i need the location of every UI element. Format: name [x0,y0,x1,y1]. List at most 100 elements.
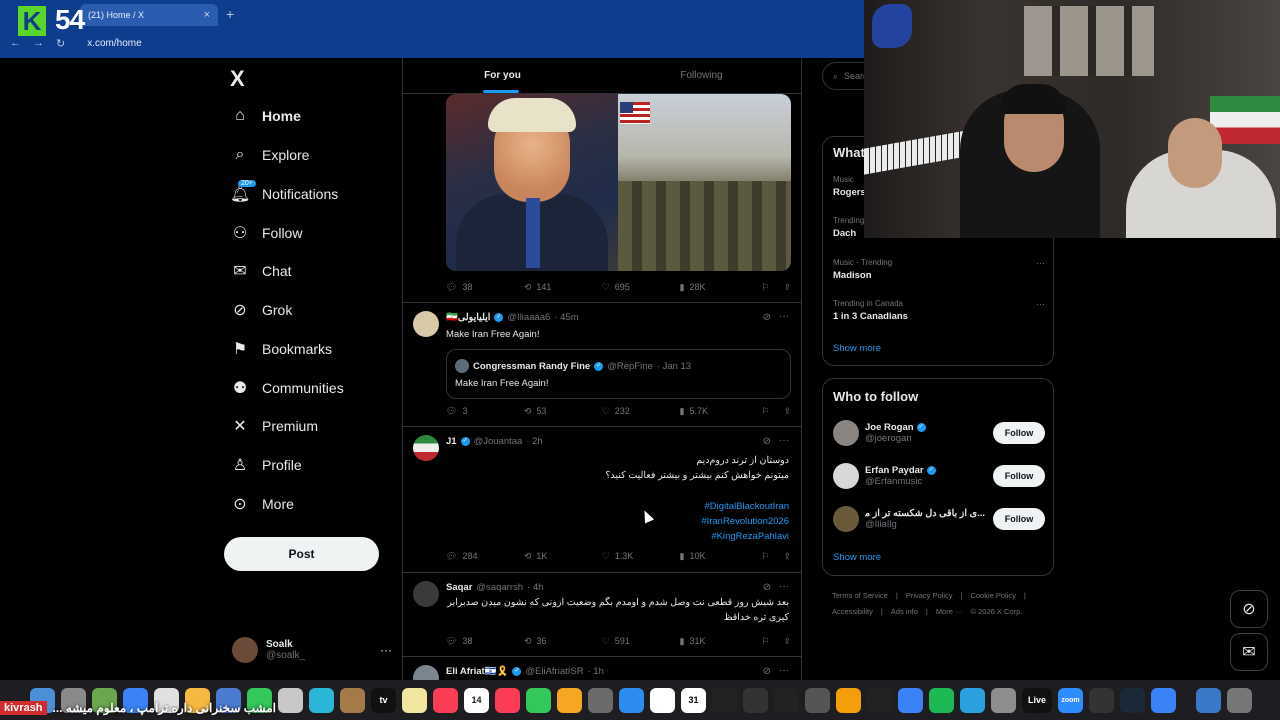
spotify-icon[interactable] [929,687,954,713]
follow-button[interactable]: Follow [993,465,1045,487]
tweet-author-handle[interactable]: @Iliaaaa6 [507,312,550,323]
repost-button[interactable]: ⟲ 36 [524,636,602,647]
trends-show-more-link[interactable]: Show more [833,343,881,354]
more-dots-icon[interactable]: ··· [779,311,789,322]
hashtag-link[interactable]: #DigitalBlackoutIran [701,499,790,514]
downloads-folder-icon[interactable] [1196,687,1221,713]
tweet-time[interactable]: · 4h [527,582,543,593]
avatar[interactable] [413,581,439,607]
tweet-author-name[interactable]: J1 [446,436,457,447]
footer-link[interactable]: Privacy Policy [906,591,953,600]
tweet[interactable]: J1 ✓ @Jouantaa · 2h ⊘ ··· دوستان از ترند… [403,426,801,572]
tweet-author-name[interactable]: Saqar [446,582,472,593]
share-icon[interactable]: ⇪ [783,282,791,293]
views-button[interactable]: ▮ 5.7K [680,406,762,417]
tweet[interactable]: Eli Afriat🇮🇱🎗️ ✓ @EliAfriatISR · 1h ⊘ ··… [403,656,801,680]
calendar-icon[interactable]: 31 [681,687,706,713]
like-button[interactable]: ♡ 695 [602,282,680,293]
trend-item[interactable]: Trending in Canada 1 in 3 Canadians ··· [833,299,1045,322]
zoom-icon[interactable]: zoom [1058,687,1083,713]
app-store-icon[interactable] [619,687,644,713]
more-dots-icon[interactable]: ··· [779,581,789,592]
who-to-follow-show-more-link[interactable]: Show more [833,552,881,563]
views-button[interactable]: ▮ 31K [680,636,762,647]
obs-icon[interactable] [1089,687,1114,713]
like-button[interactable]: ♡ 1.3K [602,551,680,562]
calendar-icon[interactable]: 14 [464,687,489,713]
app-icon[interactable] [805,687,830,713]
grok-icon[interactable]: ⊘ [763,582,771,593]
music-icon[interactable] [433,687,458,713]
new-tab-button[interactable]: + [226,6,234,22]
bookmark-icon[interactable]: ⚐ [761,406,769,417]
tweet-author-handle[interactable]: @Jouantaa [474,436,523,447]
nav-follow[interactable]: ⚇ Follow [230,218,303,248]
follow-button[interactable]: Follow [993,508,1045,530]
notes-icon[interactable] [402,687,427,713]
tweet-author-name[interactable]: Eli Afriat🇮🇱🎗️ [446,666,508,677]
trash-icon[interactable] [1227,687,1252,713]
tweet-time[interactable]: · 45m [554,312,578,323]
tab-for-you[interactable]: For you [403,58,602,93]
messages-float-button[interactable]: ✉ [1230,633,1268,671]
nav-chat[interactable]: ✉ Chat [230,256,291,286]
tweet-author-handle[interactable]: @EliAfriatISR [525,666,583,677]
app-icon[interactable] [743,687,768,713]
footer-link[interactable]: Accessibility [832,607,873,616]
tweet-media[interactable] [446,94,791,271]
notion-icon[interactable] [650,687,675,713]
nav-premium[interactable]: ✕ Premium [230,411,318,441]
tweet-time[interactable]: · 2h [526,436,542,447]
more-dots-icon[interactable]: ··· [1036,299,1045,309]
account-switcher[interactable]: Soalk @soalk_ ··· [232,632,392,668]
reply-button[interactable]: 💬︎ 38 [446,282,524,293]
grok-icon[interactable]: ⊘ [763,312,771,323]
grok-icon[interactable]: ⊘ [763,436,771,447]
share-icon[interactable]: ⇪ [783,406,791,417]
more-dots-icon[interactable]: ··· [779,435,789,446]
reply-button[interactable]: 💬︎ 38 [446,636,524,647]
nav-profile[interactable]: ♙ Profile [230,450,302,480]
repost-button[interactable]: ⟲ 53 [524,406,602,417]
nav-more[interactable]: ⊙ More [230,489,294,519]
bookmark-icon[interactable]: ⚐ [761,282,769,293]
avatar[interactable] [413,435,439,461]
avatar[interactable] [833,420,859,446]
tweet-author-handle[interactable]: @saqarrsh [476,582,523,593]
trend-item[interactable]: Music · Trending Madison ··· [833,258,1045,281]
pages-icon[interactable] [557,687,582,713]
numbers-icon[interactable] [526,687,551,713]
reply-button[interactable]: 💬︎ 3 [446,406,524,417]
share-icon[interactable]: ⇪ [783,636,791,647]
tweet[interactable]: 🇮🇷ایلیایولی ✓ @Iliaaaa6 · 45m ⊘ ··· Make… [403,302,801,426]
grok-float-button[interactable]: ⊘ [1230,590,1268,628]
more-dots-icon[interactable]: ··· [1036,258,1045,268]
app-icon[interactable] [867,687,892,713]
tab-close-icon[interactable]: × [204,9,210,21]
tweet-author-name[interactable]: 🇮🇷ایلیایولی [446,312,490,323]
settings-icon[interactable] [588,687,613,713]
reload-icon[interactable]: ↻ [56,37,65,50]
views-button[interactable]: ▮ 10K [680,551,762,562]
quoted-tweet[interactable]: Congressman Randy Fine ✓ @RepFine · Jan … [446,349,791,399]
tv-icon[interactable]: tv [371,687,396,713]
url-field[interactable]: x.com/home [87,38,141,49]
avatar[interactable] [413,665,439,680]
avatar[interactable] [833,506,859,532]
hashtag-link[interactable]: #IranRevolution2026 [701,514,789,529]
x-logo-icon[interactable]: X [230,66,245,92]
steam-icon[interactable] [1120,687,1145,713]
nav-explore[interactable]: ⌕ Explore [230,140,310,170]
follow-suggestion[interactable]: Joe Rogan ✓ @joerogan Follow [833,418,1045,448]
follow-suggestion[interactable]: ...ی از باقی دل شکسته تر از مجنون @IliaI… [833,504,1045,534]
footer-link[interactable]: Ads info [891,607,918,616]
nav-communities[interactable]: ⚉ Communities [230,373,344,403]
app-icon[interactable] [991,687,1016,713]
reply-button[interactable]: 💬︎ 284 [446,551,524,562]
post-button[interactable]: Post [224,537,379,571]
nav-grok[interactable]: ⊘ Grok [230,295,292,325]
more-dots-icon[interactable]: ··· [779,665,789,676]
app-icon[interactable] [898,687,923,713]
app-icon[interactable] [278,687,303,713]
app-icon[interactable] [774,687,799,713]
